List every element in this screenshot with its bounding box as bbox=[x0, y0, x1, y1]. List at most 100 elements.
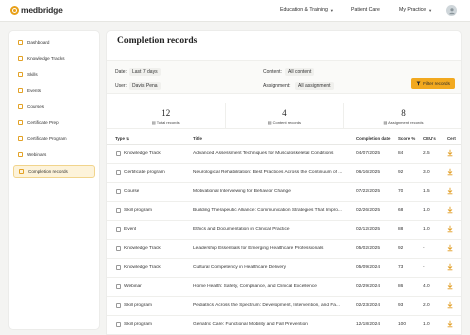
download-icon[interactable] bbox=[446, 168, 454, 176]
cell-title[interactable]: Advanced Assessment Techniques for Muscu… bbox=[193, 151, 351, 156]
cell-ceus: - bbox=[423, 265, 425, 270]
download-icon[interactable] bbox=[446, 206, 454, 214]
cell-title[interactable]: Pediatrics Across the Spectrum: Developm… bbox=[193, 303, 351, 308]
download-icon[interactable] bbox=[446, 263, 454, 271]
table-row[interactable]: Knowledge Track Leadership Essentials for… bbox=[107, 240, 461, 259]
cell-title[interactable]: Cultural Competency in Healthcare Delive… bbox=[193, 265, 351, 270]
column-header-title[interactable]: Title bbox=[193, 136, 202, 141]
cell-completion-date: 05/09/2024 bbox=[356, 265, 381, 270]
content-type-icon bbox=[116, 303, 121, 308]
main-panel: Completion records Date: Last 7 days Con… bbox=[106, 30, 462, 335]
cell-score: 73 bbox=[398, 265, 404, 270]
stat-value: 8 bbox=[401, 108, 406, 118]
sidebar-item-certificate-program[interactable]: Certificate Program bbox=[13, 132, 95, 145]
cell-title[interactable]: Geriatric Care: Functional Mobility and … bbox=[193, 322, 351, 327]
content-type-icon bbox=[116, 265, 121, 270]
column-header-type[interactable]: Type ⇅ bbox=[115, 136, 129, 141]
table-row[interactable]: Skill program Building Therapeutic Allian… bbox=[107, 202, 461, 221]
cell-title[interactable]: Building Therapeutic Alliance: Communica… bbox=[193, 208, 351, 213]
cell-ceus: 1.0 bbox=[423, 227, 430, 232]
column-header-cert[interactable]: Cert bbox=[447, 136, 456, 141]
sidebar-item-dashboard[interactable]: Dashboard bbox=[13, 36, 95, 49]
content-type-icon bbox=[116, 227, 121, 232]
download-icon[interactable] bbox=[446, 320, 454, 328]
sidebar: Dashboard Knowledge Tracks Skills Events Cou… bbox=[8, 30, 100, 330]
date-label: Date: bbox=[115, 69, 127, 75]
sidebar-icon bbox=[18, 40, 23, 45]
top-navbar: medbridge Education & Training ▼ Patient… bbox=[0, 0, 470, 22]
user-avatar[interactable] bbox=[446, 5, 457, 16]
cell-completion-date: 07/22/2025 bbox=[356, 189, 381, 194]
column-header-completion-date[interactable]: Completion date bbox=[356, 136, 390, 141]
table-row[interactable]: Certificate program Neurological Rehabili… bbox=[107, 164, 461, 183]
cell-score: 68 bbox=[398, 208, 404, 213]
sidebar-item-label: Webinars bbox=[27, 152, 47, 157]
download-icon[interactable] bbox=[446, 149, 454, 157]
cell-ceus: 2.5 bbox=[423, 151, 430, 156]
sidebar-item-certificate-prep[interactable]: Certificate Prep bbox=[13, 116, 95, 129]
nav-education-training[interactable]: Education & Training ▼ bbox=[280, 7, 334, 13]
cell-ceus: 3.0 bbox=[423, 170, 430, 175]
cell-ceus: 1.5 bbox=[423, 189, 430, 194]
cell-title[interactable]: Home Health: Safety, Compliance, and Cli… bbox=[193, 284, 351, 289]
table-row[interactable]: Event Ethics and Documentation in Clinica… bbox=[107, 221, 461, 240]
cell-score: 100 bbox=[398, 322, 407, 327]
cell-score: 70 bbox=[398, 189, 404, 194]
column-header-score[interactable]: Score % bbox=[398, 136, 415, 141]
assignment-label: Assignment: bbox=[263, 83, 291, 89]
content-select[interactable]: All content bbox=[285, 68, 315, 76]
table-row[interactable]: Skill program Pediatrics Across the Spect… bbox=[107, 297, 461, 316]
page-header: Completion records bbox=[107, 31, 461, 53]
cell-type: Skill program bbox=[124, 303, 152, 308]
content-type-icon bbox=[116, 170, 121, 175]
download-icon[interactable] bbox=[446, 301, 454, 309]
table-row[interactable]: Course Motivational Interviewing for Beha… bbox=[107, 183, 461, 202]
table-row[interactable]: Knowledge Track Advanced Assessment Techn… bbox=[107, 145, 461, 164]
stat-label: ▤ Assignment records bbox=[383, 120, 424, 125]
sidebar-item-label: Courses bbox=[27, 104, 45, 109]
download-icon[interactable] bbox=[446, 225, 454, 233]
brand-name: medbridge bbox=[21, 5, 63, 15]
nav-patient-care[interactable]: Patient Care bbox=[351, 7, 380, 13]
table-row[interactable]: Knowledge Track Cultural Competency in He… bbox=[107, 259, 461, 278]
cell-score: 84 bbox=[398, 151, 404, 156]
sidebar-item-webinars[interactable]: Webinars bbox=[13, 148, 95, 161]
content-type-icon bbox=[116, 208, 121, 213]
user-select[interactable]: Davis Pena bbox=[129, 82, 161, 90]
cell-title[interactable]: Leadership Essentials for Emerging Healt… bbox=[193, 246, 351, 251]
cell-title[interactable]: Ethics and Documentation in Clinical Pra… bbox=[193, 227, 351, 232]
download-icon[interactable] bbox=[446, 282, 454, 290]
cell-type: Certificate program bbox=[124, 170, 165, 175]
cell-title[interactable]: Neurological Rehabilitation: Best Practi… bbox=[193, 170, 351, 175]
cell-type: Course bbox=[124, 189, 140, 194]
nav-my-practice[interactable]: My Practice ▼ bbox=[399, 7, 432, 13]
sidebar-icon bbox=[18, 152, 23, 157]
sidebar-item-label: Dashboard bbox=[27, 40, 50, 45]
date-select[interactable]: Last 7 days bbox=[129, 68, 161, 76]
table-row[interactable]: Webinar Home Health: Safety, Compliance, … bbox=[107, 278, 461, 297]
column-header-ceus[interactable]: CEU's bbox=[423, 136, 436, 141]
cell-completion-date: 02/23/2024 bbox=[356, 303, 381, 308]
sidebar-item-label: Knowledge Tracks bbox=[27, 56, 65, 61]
download-icon[interactable] bbox=[446, 187, 454, 195]
sidebar-item-events[interactable]: Events bbox=[13, 84, 95, 97]
cell-type: Event bbox=[124, 227, 137, 232]
stat-value: 12 bbox=[161, 108, 171, 118]
stat-total-records: 12 ▤ Total records bbox=[107, 103, 226, 129]
assignment-select[interactable]: All assignment bbox=[295, 82, 334, 90]
page-title: Completion records bbox=[117, 36, 198, 46]
cell-title[interactable]: Motivational Interviewing for Behavior C… bbox=[193, 189, 351, 194]
stat-value: 4 bbox=[282, 108, 287, 118]
brand-logo[interactable]: medbridge bbox=[10, 5, 63, 15]
sidebar-item-knowledge-tracks[interactable]: Knowledge Tracks bbox=[13, 52, 95, 65]
cell-completion-date: 12/18/2024 bbox=[356, 322, 381, 327]
user-label: User: bbox=[115, 83, 127, 89]
filter-records-button[interactable]: Filter records bbox=[411, 78, 455, 89]
table-row[interactable]: Skill program Geriatric Care: Functional … bbox=[107, 316, 461, 334]
sidebar-item-courses[interactable]: Courses bbox=[13, 100, 95, 113]
sidebar-item-label: Skills bbox=[27, 72, 38, 77]
sidebar-item-skills[interactable]: Skills bbox=[13, 68, 95, 81]
sidebar-item-completion-records[interactable]: Completion records bbox=[13, 165, 95, 178]
download-icon[interactable] bbox=[446, 244, 454, 252]
cell-score: 88 bbox=[398, 227, 404, 232]
